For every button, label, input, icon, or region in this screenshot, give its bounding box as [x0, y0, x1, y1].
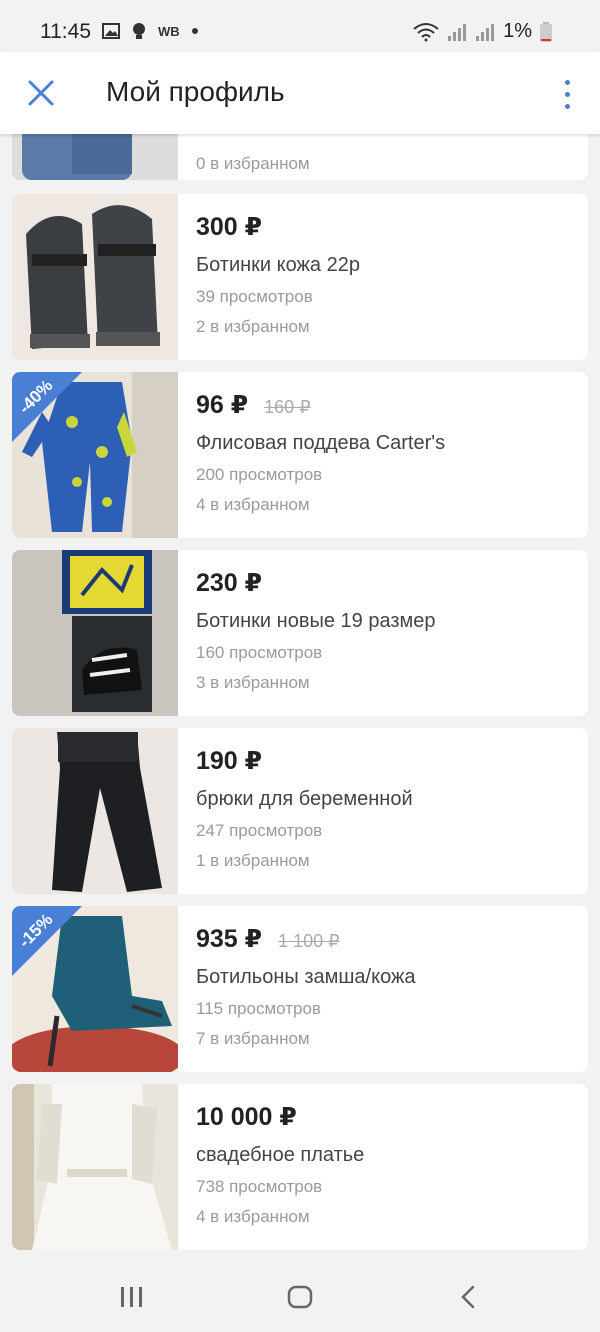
listings-list[interactable]: 0 в избранном 300 ₽ Ботинки кожа 22р 39 … [0, 134, 600, 1262]
listing-views: 247 просмотров [196, 821, 323, 840]
listing-favorites: 7 в избранном [196, 1029, 310, 1048]
status-bar: 11:45 WB 1% [0, 0, 600, 56]
listing-price: 300 ₽ [196, 213, 263, 241]
status-notifications: WB [102, 22, 198, 40]
listing-card[interactable]: 190 ₽ брюки для беременной 247 просмотро… [12, 728, 588, 894]
recents-icon [121, 1287, 142, 1307]
close-icon [28, 80, 54, 106]
bulb-icon [133, 23, 145, 39]
listing-title: Ботильоны замша/кожа [196, 966, 416, 988]
listing-photo [12, 728, 178, 894]
listing-old-price: 160 ₽ [264, 397, 311, 417]
listing-card[interactable]: 10 000 ₽ свадебное платье 738 просмотров… [12, 1084, 588, 1250]
listing-price: 10 000 ₽ [196, 1103, 297, 1131]
home-button[interactable] [280, 1282, 320, 1312]
listing-favorites: 4 в избранном [196, 495, 310, 514]
app-bar: Мой профиль [0, 52, 600, 134]
signal-icon [448, 23, 467, 41]
listing-price: 935 ₽ [196, 925, 263, 953]
listing-price: 190 ₽ [196, 747, 263, 775]
listing-views: 39 просмотров [196, 287, 313, 306]
listing-views: 200 просмотров [196, 465, 323, 484]
listing-title: брюки для беременной [196, 788, 413, 810]
listing-title: свадебное платье [196, 1144, 365, 1166]
dot-icon [191, 28, 198, 34]
listing-old-price: 1 100 ₽ [278, 931, 340, 951]
home-icon [287, 1285, 313, 1309]
listing-title: Ботинки новые 19 размер [196, 610, 436, 632]
listing-favorites: 4 в избранном [196, 1207, 310, 1226]
listing-favorites: 1 в избранном [196, 851, 310, 870]
status-time: 11:45 [40, 20, 91, 43]
system-nav-bar [0, 1262, 600, 1332]
listing-photo [12, 550, 178, 716]
gallery-icon [102, 23, 120, 39]
recents-button[interactable] [112, 1282, 152, 1312]
battery-icon [540, 21, 552, 42]
listing-views: 115 просмотров [196, 999, 321, 1018]
more-options-button[interactable] [552, 72, 582, 116]
signal-icon-2 [476, 23, 495, 41]
listing-card[interactable]: 0 в избранном [12, 134, 588, 180]
listing-photo [12, 1084, 178, 1250]
listing-photo [12, 194, 178, 360]
listing-title: Ботинки кожа 22р [196, 254, 360, 276]
listing-favorites: 0 в избранном [196, 154, 310, 173]
more-vert-icon [564, 79, 570, 85]
listing-favorites: 3 в избранном [196, 673, 310, 692]
listing-photo [12, 134, 178, 180]
listing-card[interactable]: -15% 935 ₽ 1 100 ₽ Ботильоны замша/кожа … [12, 906, 588, 1072]
back-icon [461, 1285, 475, 1309]
page-title: Мой профиль [106, 76, 285, 107]
listing-price: 230 ₽ [196, 569, 263, 597]
status-system: 1% [413, 20, 552, 43]
back-button[interactable] [448, 1282, 488, 1312]
listing-card[interactable]: 300 ₽ Ботинки кожа 22р 39 просмотров 2 в… [12, 194, 588, 360]
listing-photo: -40% [12, 372, 178, 538]
listing-card[interactable]: 230 ₽ Ботинки новые 19 размер 160 просмо… [12, 550, 588, 716]
listing-favorites: 2 в избранном [196, 317, 310, 336]
battery-percent: 1% [503, 20, 532, 42]
close-button[interactable] [20, 72, 62, 114]
listing-price: 96 ₽ [196, 391, 249, 419]
wifi-icon [413, 22, 439, 41]
listing-title: Флисовая поддева Carter's [196, 432, 446, 454]
listing-card[interactable]: -40% 96 ₽ 160 ₽ Флисовая поддева Carter'… [12, 372, 588, 538]
listing-views: 738 просмотров [196, 1177, 323, 1196]
listing-views: 160 просмотров [196, 643, 323, 662]
wb-icon: WB [158, 23, 180, 39]
listing-photo: -15% [12, 906, 178, 1072]
